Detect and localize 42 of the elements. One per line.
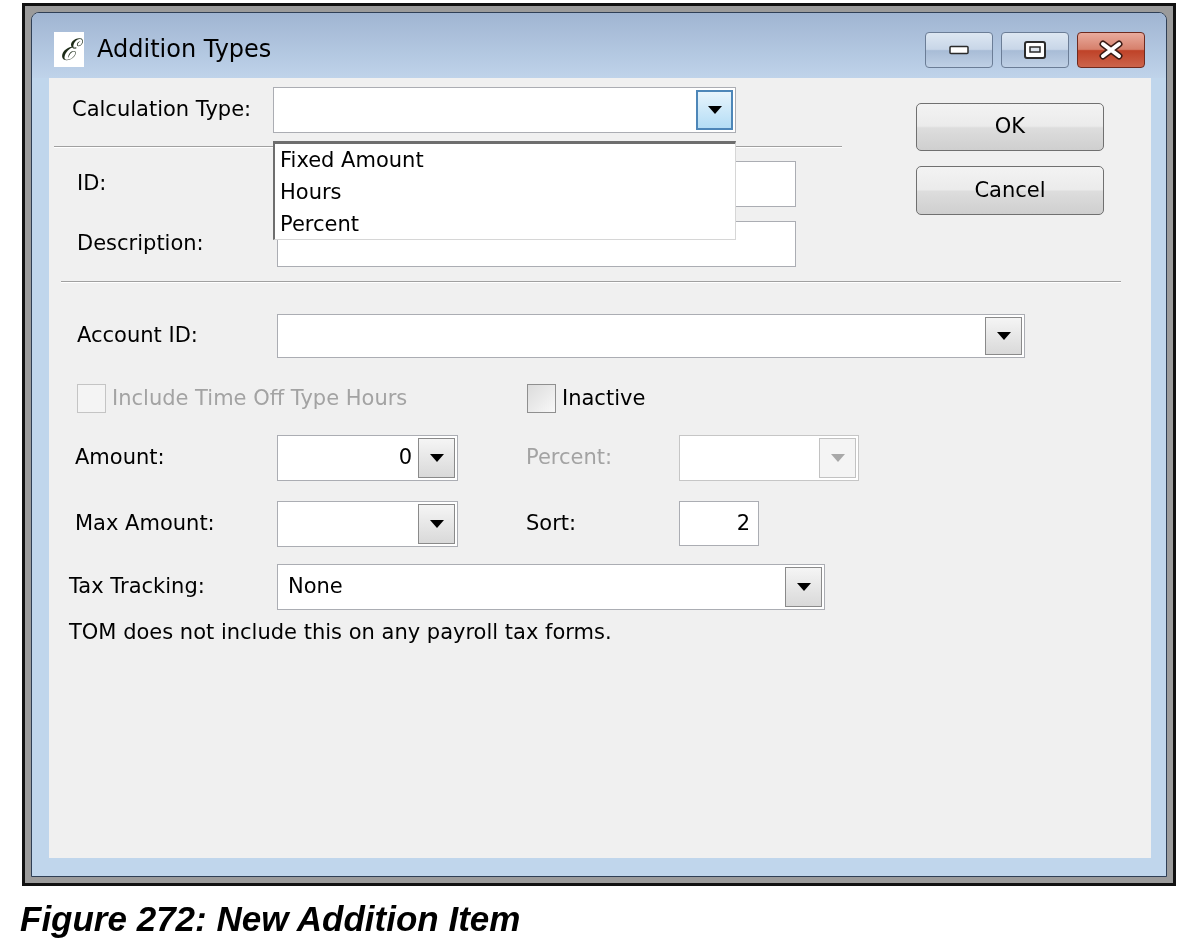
maximize-button[interactable] xyxy=(1001,31,1069,68)
number-combo-field[interactable] xyxy=(277,500,458,547)
caret-icon xyxy=(429,453,444,462)
field-label: Amount: xyxy=(75,443,166,471)
field-label: Max Amount: xyxy=(75,509,216,537)
window-title: Addition Types xyxy=(97,35,272,64)
dropdown-button[interactable] xyxy=(418,503,455,544)
close-button[interactable] xyxy=(1077,31,1145,68)
field-label: Description: xyxy=(77,230,205,258)
caret-icon xyxy=(707,106,722,114)
figure-caption: Figure 272: New Addition Item xyxy=(20,898,521,940)
caret-icon xyxy=(796,582,811,591)
field-label: Percent: xyxy=(526,443,614,471)
field-label: ID: xyxy=(77,170,108,198)
checkbox[interactable] xyxy=(527,384,556,414)
maximize-icon xyxy=(1024,40,1046,59)
checkbox-label: Include Time Off Type Hours xyxy=(112,385,408,412)
note-text: TOM does not include this on any payroll tax forms. xyxy=(69,618,612,646)
dropdown-option[interactable]: Fixed Amount xyxy=(275,144,735,176)
dropdown-button[interactable] xyxy=(696,90,733,130)
close-icon xyxy=(1098,39,1124,60)
field-label: Calculation Type: xyxy=(72,96,253,124)
app-logo: ℰ xyxy=(54,32,84,67)
field-label: Tax Tracking: xyxy=(69,572,206,600)
dropdown-option[interactable]: Hours xyxy=(275,176,735,208)
dialog-button[interactable]: Cancel xyxy=(916,166,1104,215)
field-label: Account ID: xyxy=(77,322,199,350)
minimize-icon xyxy=(949,44,969,55)
dropdown-button[interactable] xyxy=(985,317,1022,355)
dropdown-button[interactable] xyxy=(785,566,822,607)
number-combo-field[interactable]: 0 xyxy=(277,434,458,481)
caret-icon xyxy=(830,453,845,462)
caret-icon xyxy=(996,332,1011,340)
tax-tracking-combo[interactable]: None xyxy=(277,563,825,610)
number-field[interactable]: 2 xyxy=(679,501,759,546)
minimize-button[interactable] xyxy=(925,31,993,68)
caret-icon xyxy=(429,519,444,528)
dropdown-option[interactable]: Percent xyxy=(275,208,735,240)
field-label: Sort: xyxy=(526,509,578,537)
dialog-button[interactable]: OK xyxy=(916,103,1104,151)
checkbox-label[interactable]: Inactive xyxy=(562,383,646,415)
dropdown-button[interactable] xyxy=(418,437,455,478)
